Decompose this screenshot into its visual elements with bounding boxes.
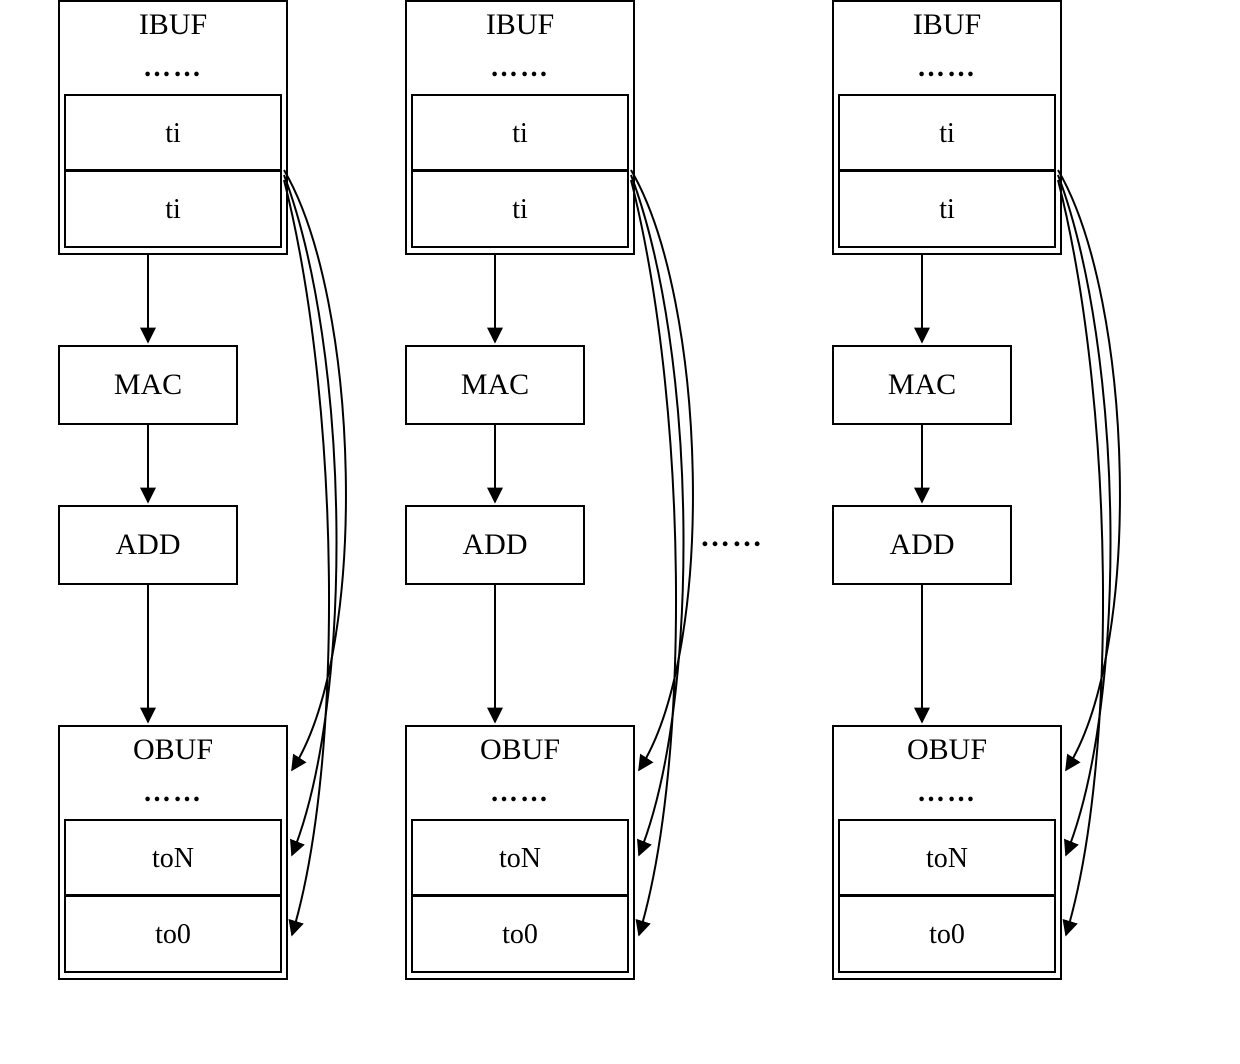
obuf-title: OBUF bbox=[60, 733, 286, 767]
ibuf-dots: …… bbox=[407, 52, 633, 84]
obuf-inner: toN to0 bbox=[411, 819, 629, 973]
curve-ibuf-obuf-mid-2 bbox=[631, 175, 683, 855]
obuf-cell-to0: to0 bbox=[66, 897, 280, 972]
ibuf-cell-ti1: ti bbox=[840, 96, 1054, 172]
ibuf-cell-ti2: ti bbox=[413, 172, 627, 247]
ibuf-title: IBUF bbox=[834, 8, 1060, 42]
ibuf-cell-ti1: ti bbox=[413, 96, 627, 172]
obuf-cell-toN: toN bbox=[66, 821, 280, 897]
ibuf-title: IBUF bbox=[407, 8, 633, 42]
add-block-1: ADD bbox=[58, 505, 238, 585]
obuf-cell-toN: toN bbox=[413, 821, 627, 897]
ibuf-block-1: IBUF …… ti ti bbox=[58, 0, 288, 255]
curve-ibuf-obuf-top-3 bbox=[1058, 170, 1120, 770]
curve-ibuf-obuf-top-2 bbox=[631, 170, 693, 770]
obuf-dots: …… bbox=[60, 777, 286, 809]
add-block-3: ADD bbox=[832, 505, 1012, 585]
obuf-inner: toN to0 bbox=[64, 819, 282, 973]
ibuf-cell-ti2: ti bbox=[66, 172, 280, 247]
ibuf-block-2: IBUF …… ti ti bbox=[405, 0, 635, 255]
curve-ibuf-obuf-bot-3 bbox=[1058, 180, 1103, 935]
ibuf-cell-ti2: ti bbox=[840, 172, 1054, 247]
curve-ibuf-obuf-bot-2 bbox=[631, 180, 676, 935]
curve-ibuf-obuf-bot-1 bbox=[284, 180, 329, 935]
curve-ibuf-obuf-mid-3 bbox=[1058, 175, 1110, 855]
obuf-cell-toN: toN bbox=[840, 821, 1054, 897]
obuf-title: OBUF bbox=[834, 733, 1060, 767]
obuf-cell-to0: to0 bbox=[413, 897, 627, 972]
obuf-cell-to0: to0 bbox=[840, 897, 1054, 972]
obuf-inner: toN to0 bbox=[838, 819, 1056, 973]
ibuf-inner: ti ti bbox=[411, 94, 629, 248]
ibuf-cell-ti1: ti bbox=[66, 96, 280, 172]
mac-block-1: MAC bbox=[58, 345, 238, 425]
obuf-dots: …… bbox=[407, 777, 633, 809]
mac-block-2: MAC bbox=[405, 345, 585, 425]
mid-ellipsis: …… bbox=[700, 520, 764, 554]
ibuf-dots: …… bbox=[834, 52, 1060, 84]
curve-ibuf-obuf-mid-1 bbox=[284, 175, 336, 855]
obuf-block-3: OBUF …… toN to0 bbox=[832, 725, 1062, 980]
mac-block-3: MAC bbox=[832, 345, 1012, 425]
ibuf-inner: ti ti bbox=[64, 94, 282, 248]
ibuf-inner: ti ti bbox=[838, 94, 1056, 248]
ibuf-title: IBUF bbox=[60, 8, 286, 42]
obuf-block-2: OBUF …… toN to0 bbox=[405, 725, 635, 980]
obuf-block-1: OBUF …… toN to0 bbox=[58, 725, 288, 980]
add-block-2: ADD bbox=[405, 505, 585, 585]
obuf-dots: …… bbox=[834, 777, 1060, 809]
curve-ibuf-obuf-top-1 bbox=[284, 170, 346, 770]
ibuf-dots: …… bbox=[60, 52, 286, 84]
obuf-title: OBUF bbox=[407, 733, 633, 767]
ibuf-block-3: IBUF …… ti ti bbox=[832, 0, 1062, 255]
